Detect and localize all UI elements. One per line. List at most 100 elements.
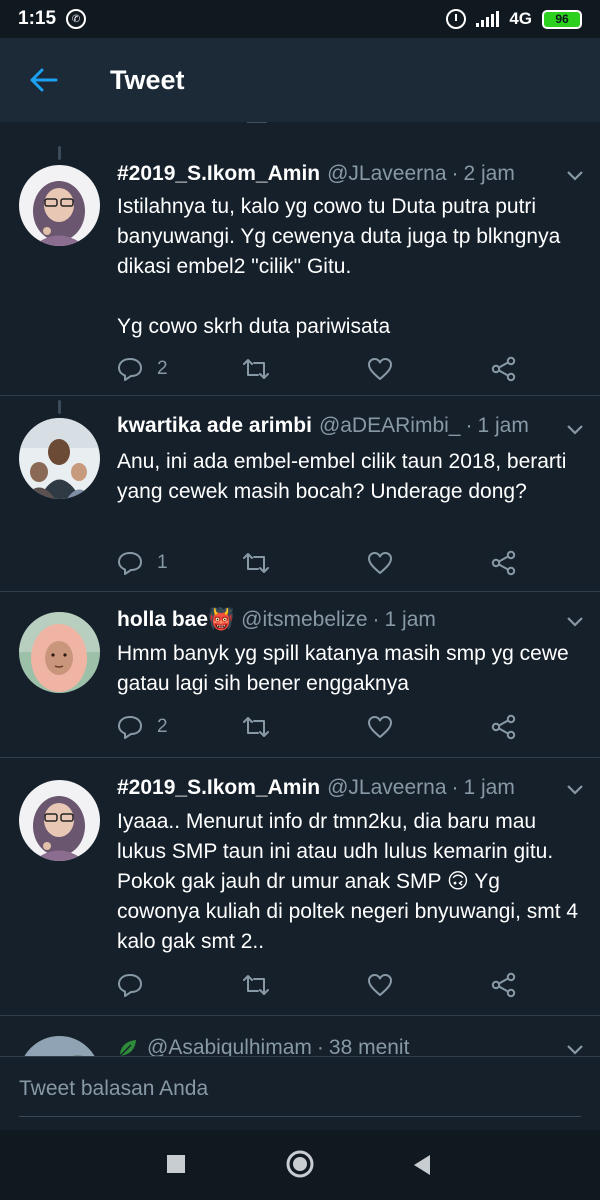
- author-handle[interactable]: @Asabiqulhimam: [147, 1036, 312, 1056]
- reply-icon: [118, 974, 142, 997]
- clock: 1:15: [18, 8, 57, 29]
- tweet-actions: [117, 970, 517, 1000]
- tweet-item[interactable]: @Asabiqulhimam · 38 menit: [0, 1016, 600, 1056]
- share-icon: [491, 550, 516, 576]
- status-bar: 1:15 ✆ 4G 96: [0, 0, 600, 38]
- retweet-icon: [243, 553, 269, 573]
- retweet-button[interactable]: [241, 973, 271, 997]
- tweet-text: Iyaaa.. Menurut info dr tmn2ku, dia baru…: [117, 807, 580, 957]
- chevron-down-icon[interactable]: [566, 1044, 584, 1056]
- reply-input[interactable]: Tweet balasan Anda: [19, 1077, 581, 1117]
- like-button[interactable]: [367, 357, 393, 381]
- reply-button[interactable]: 2: [117, 357, 168, 381]
- tweet-text-line: Iyaaa.. Menurut info dr tmn2ku, dia baru…: [117, 810, 579, 953]
- share-button[interactable]: [491, 550, 517, 576]
- thread-connector: [58, 146, 61, 160]
- chevron-down-icon[interactable]: [566, 424, 584, 436]
- share-icon: [491, 356, 516, 382]
- tweet-time: 38 menit: [328, 1036, 410, 1056]
- retweet-button[interactable]: [241, 357, 271, 381]
- tweet-text-line: Yg cowo skrh duta pariwisata: [117, 315, 391, 338]
- tweet-text-line: Istilahnya tu, kalo yg cowo tu Duta putr…: [117, 195, 561, 278]
- home-button[interactable]: [285, 1149, 315, 1179]
- battery-level: 96: [555, 12, 569, 26]
- tweet-actions: 2: [117, 712, 517, 742]
- system-nav-bar: [0, 1130, 600, 1200]
- heart-icon: [368, 974, 392, 996]
- reply-button[interactable]: 2: [117, 715, 168, 739]
- reply-button[interactable]: 1: [117, 551, 168, 575]
- share-icon: [491, 714, 516, 740]
- leaf-icon: [119, 1040, 136, 1056]
- signal-icon: [476, 11, 500, 27]
- share-button[interactable]: [491, 356, 517, 382]
- tweet-text: Anu, ini ada embel-embel cilik taun 2018…: [117, 447, 580, 507]
- chevron-down-icon[interactable]: [566, 784, 584, 796]
- author-handle[interactable]: @itsmebelize: [241, 608, 367, 632]
- heart-icon: [368, 552, 392, 574]
- reply-icon: [118, 716, 142, 739]
- retweet-button[interactable]: [241, 551, 271, 575]
- tweet-text: Hmm banyk yg spill katanya masih smp yg …: [117, 639, 580, 699]
- author-handle[interactable]: @aDEARimbi_: [319, 414, 461, 438]
- thread-connector: [58, 400, 61, 414]
- back-arrow-icon: [30, 68, 58, 92]
- network-type: 4G: [509, 9, 532, 28]
- avatar[interactable]: [19, 418, 100, 499]
- avatar[interactable]: [19, 780, 100, 861]
- share-button[interactable]: [491, 714, 517, 740]
- tweet-text-line: Anu, ini ada embel-embel cilik taun 2018…: [117, 450, 567, 503]
- author-name[interactable]: #2019_S.Ikom_Amin: [117, 776, 320, 800]
- tweet-text-line: [117, 282, 580, 312]
- reply-count: 2: [157, 716, 168, 737]
- share-button[interactable]: [491, 972, 517, 998]
- chevron-down-icon[interactable]: [566, 170, 584, 182]
- tweet-time: 1 jam: [463, 776, 515, 799]
- author-handle[interactable]: @JLaveerna: [327, 776, 446, 800]
- reply-button[interactable]: [117, 973, 157, 997]
- avatar[interactable]: [19, 165, 100, 246]
- like-button[interactable]: [367, 715, 393, 739]
- tweet-item[interactable]: #2019_S.Ikom_Amin @JLaveerna · 2 jam Ist…: [0, 122, 600, 396]
- back-nav-button[interactable]: [412, 1154, 432, 1176]
- author-name[interactable]: holla bae👹: [117, 608, 234, 632]
- back-button[interactable]: [14, 50, 74, 110]
- recents-button[interactable]: [166, 1154, 186, 1174]
- share-icon: [491, 972, 516, 998]
- whatsapp-icon: ✆: [66, 9, 87, 29]
- retweet-button[interactable]: [241, 715, 271, 739]
- reply-icon: [118, 552, 142, 575]
- avatar[interactable]: [19, 1036, 100, 1056]
- reply-feed[interactable]: #2019_S.Ikom_Amin @JLaveerna · 2 jam Ist…: [0, 122, 600, 1056]
- alarm-icon: [446, 9, 467, 29]
- separator-dot: ·: [451, 776, 459, 799]
- retweet-icon: [243, 359, 269, 379]
- battery-icon: 96: [542, 9, 582, 29]
- like-button[interactable]: [367, 551, 393, 575]
- avatar[interactable]: [19, 612, 100, 693]
- tweet-item[interactable]: #2019_S.Ikom_Amin @JLaveerna · 1 jam Iya…: [0, 758, 600, 1016]
- author-name[interactable]: kwartika ade arimbi: [117, 414, 312, 438]
- separator-dot: ·: [316, 1036, 324, 1056]
- tweet-actions: 1: [117, 548, 517, 578]
- tweet-text: Istilahnya tu, kalo yg cowo tu Duta putr…: [117, 192, 580, 342]
- reply-count: 2: [157, 358, 168, 379]
- tweet-text-line: Hmm banyk yg spill katanya masih smp yg …: [117, 642, 569, 695]
- author-handle[interactable]: @JLaveerna: [327, 162, 446, 186]
- tweet-actions: 2: [117, 354, 517, 384]
- reply-composer: Tweet balasan Anda: [0, 1056, 600, 1130]
- like-button[interactable]: [367, 973, 393, 997]
- separator-dot: ·: [465, 414, 473, 437]
- app-header: Tweet: [0, 38, 600, 122]
- tweet-time: 1 jam: [477, 414, 529, 437]
- reply-count: 1: [157, 552, 168, 573]
- chevron-down-icon[interactable]: [566, 616, 584, 628]
- reply-icon: [118, 358, 142, 381]
- tweet-item[interactable]: kwartika ade arimbi @aDEARimbi_ · 1 jam …: [0, 396, 600, 592]
- heart-icon: [368, 716, 392, 738]
- tweet-item[interactable]: holla bae👹 @itsmebelize · 1 jam Hmm bany…: [0, 592, 600, 758]
- author-name[interactable]: #2019_S.Ikom_Amin: [117, 162, 320, 186]
- tweet-time: 1 jam: [384, 608, 436, 631]
- retweet-icon: [243, 717, 269, 737]
- separator-dot: ·: [372, 608, 380, 631]
